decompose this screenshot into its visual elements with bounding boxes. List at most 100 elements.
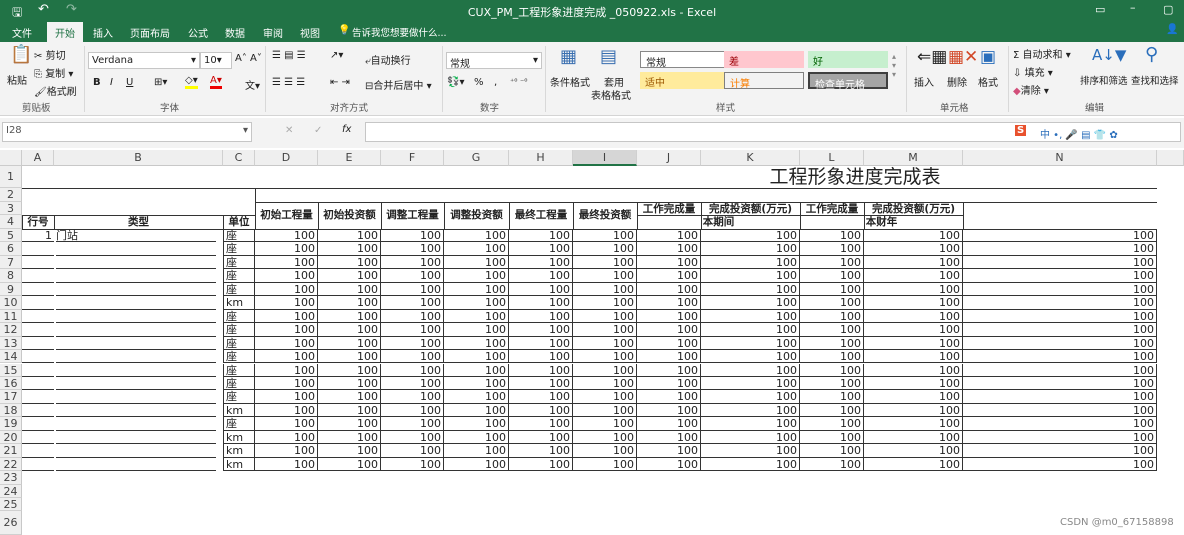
cell-value[interactable]: 100 — [864, 403, 963, 418]
cell-value[interactable]: 100 — [381, 323, 444, 337]
row-header-20[interactable]: 20 — [0, 430, 22, 445]
font-size-select[interactable]: 10▾ — [200, 52, 232, 69]
cell-value[interactable]: 100 — [318, 309, 381, 324]
column-header-H[interactable]: H — [509, 150, 573, 166]
cell-type[interactable] — [56, 323, 216, 337]
cell-value[interactable]: 100 — [381, 255, 444, 270]
row-header-2[interactable]: 2 — [0, 188, 22, 202]
cell-row-number[interactable] — [22, 404, 54, 418]
row-header-4[interactable]: 4 — [0, 215, 22, 229]
row-header-14[interactable]: 14 — [0, 350, 22, 364]
cell-value[interactable]: 100 — [800, 282, 864, 297]
row-header-11[interactable]: 11 — [0, 309, 22, 324]
cell-value[interactable]: 100 — [800, 417, 864, 431]
cell-value[interactable]: 100 — [444, 229, 509, 243]
cell-value[interactable]: 100 — [701, 229, 800, 243]
cell-value[interactable]: 100 — [701, 323, 800, 337]
cell-value[interactable]: 100 — [255, 336, 318, 351]
row-header-13[interactable]: 13 — [0, 336, 22, 351]
cell-unit[interactable]: km — [223, 444, 255, 458]
format-cells-icon[interactable]: ▣ — [980, 47, 996, 67]
cell-value[interactable]: 100 — [573, 417, 637, 431]
cell-value[interactable]: 100 — [637, 457, 701, 472]
cell-type[interactable] — [56, 337, 216, 351]
cell-value[interactable]: 100 — [381, 417, 444, 431]
cell-value[interactable]: 100 — [800, 363, 864, 377]
cell-value[interactable]: 100 — [509, 363, 573, 377]
cell-value[interactable]: 100 — [800, 229, 864, 243]
cell-value[interactable]: 100 — [963, 269, 1157, 283]
cell-value[interactable]: 100 — [509, 403, 573, 418]
cell-value[interactable]: 100 — [963, 229, 1157, 243]
cell-value[interactable]: 100 — [800, 323, 864, 337]
cell-value[interactable]: 100 — [573, 336, 637, 351]
fill-button[interactable]: ⇩ 填充 ▾ — [1013, 64, 1053, 79]
enter-icon[interactable]: ✓ — [314, 125, 322, 136]
currency-icon[interactable]: 💱▾ — [447, 77, 464, 88]
cell-value[interactable]: 100 — [864, 282, 963, 297]
cell-value[interactable]: 100 — [637, 242, 701, 256]
phonetic-icon[interactable]: 文▾ — [245, 77, 260, 92]
cell-type[interactable] — [56, 296, 216, 310]
row-header-12[interactable]: 12 — [0, 323, 22, 337]
cell-row-number[interactable] — [22, 444, 54, 458]
cell-type[interactable] — [56, 458, 216, 472]
cell-unit[interactable]: 座 — [223, 309, 255, 324]
row-header-9[interactable]: 9 — [0, 282, 22, 297]
cell-value[interactable]: 100 — [701, 430, 800, 445]
cell-value[interactable]: 100 — [509, 336, 573, 351]
column-header-M[interactable]: M — [864, 150, 963, 166]
cell-type[interactable] — [56, 256, 216, 270]
cell-value[interactable]: 100 — [255, 309, 318, 324]
cell-value[interactable]: 100 — [381, 444, 444, 458]
cell-value[interactable]: 100 — [963, 336, 1157, 351]
cell-value[interactable]: 100 — [318, 296, 381, 310]
tab-view[interactable]: 视图 — [300, 25, 320, 40]
cell-value[interactable]: 100 — [444, 269, 509, 283]
cell-value[interactable]: 100 — [701, 417, 800, 431]
tell-me-box[interactable]: 告诉我您想要做什么... — [352, 25, 447, 39]
cell-value[interactable]: 100 — [573, 430, 637, 445]
cell-value[interactable]: 100 — [444, 350, 509, 364]
cell-value[interactable]: 100 — [255, 444, 318, 458]
cell-value[interactable]: 100 — [963, 376, 1157, 391]
column-header-G[interactable]: G — [444, 150, 509, 166]
cell-type[interactable] — [56, 350, 216, 364]
paste-button[interactable]: 粘贴 — [7, 72, 27, 87]
merge-center-button[interactable]: ⊟合并后居中 ▾ — [365, 77, 432, 92]
cell-value[interactable]: 100 — [864, 242, 963, 256]
cell-value[interactable]: 100 — [864, 323, 963, 337]
cell-value[interactable]: 100 — [255, 417, 318, 431]
cell-value[interactable]: 100 — [573, 255, 637, 270]
cell-value[interactable]: 100 — [444, 430, 509, 445]
sort-filter-icon[interactable]: A↓▼ — [1092, 46, 1126, 64]
row-header-16[interactable]: 16 — [0, 376, 22, 391]
cell-value[interactable]: 100 — [255, 242, 318, 256]
cell-row-number[interactable] — [22, 458, 54, 472]
cell-value[interactable]: 100 — [701, 255, 800, 270]
cell-row-number[interactable]: 1 — [22, 229, 54, 243]
cell-value[interactable]: 100 — [637, 323, 701, 337]
find-select-button[interactable]: 查找和选择 — [1131, 73, 1179, 87]
cell-value[interactable]: 100 — [963, 444, 1157, 458]
tab-review[interactable]: 审阅 — [263, 25, 283, 40]
cell-value[interactable]: 100 — [381, 242, 444, 256]
cell-type[interactable] — [56, 364, 216, 377]
cell-value[interactable]: 100 — [444, 309, 509, 324]
format-painter-button[interactable]: 🖌格式刷 — [34, 83, 77, 98]
copy-button[interactable]: ⎘ 复制 ▾ — [34, 65, 73, 80]
cell-value[interactable]: 100 — [381, 350, 444, 364]
row-header-5[interactable]: 5 — [0, 229, 22, 243]
delete-cells-button[interactable]: 删除 — [947, 74, 967, 89]
conditional-format-icon[interactable]: ▦ — [560, 46, 577, 67]
cell-value[interactable]: 100 — [381, 336, 444, 351]
cell-value[interactable]: 100 — [318, 403, 381, 418]
cell-row-number[interactable] — [22, 377, 54, 391]
cell-value[interactable]: 100 — [318, 282, 381, 297]
cell-value[interactable]: 100 — [637, 403, 701, 418]
row-header-8[interactable]: 8 — [0, 269, 22, 283]
cell-value[interactable]: 100 — [701, 457, 800, 472]
cell-value[interactable]: 100 — [255, 363, 318, 377]
column-header-extra[interactable] — [1157, 150, 1184, 166]
cell-value[interactable]: 100 — [509, 417, 573, 431]
